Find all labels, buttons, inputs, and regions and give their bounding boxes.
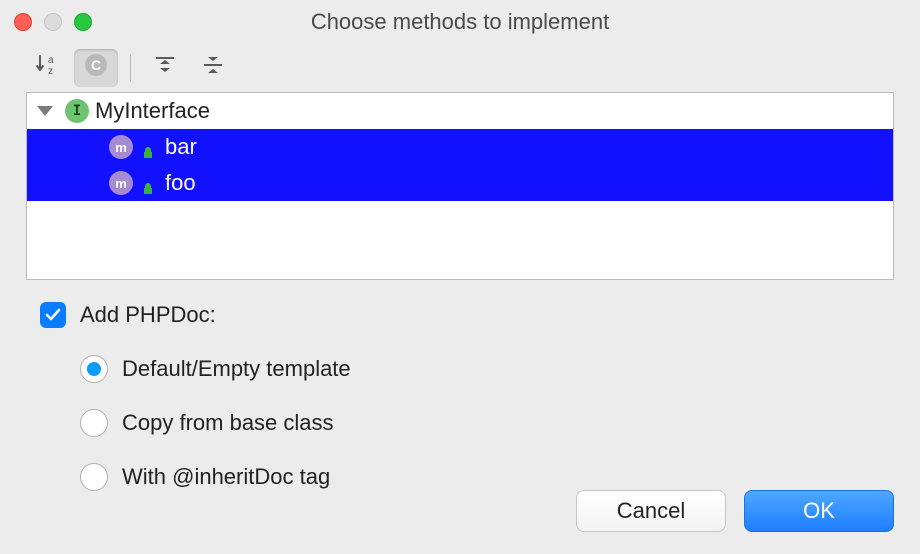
- ok-button[interactable]: OK: [744, 490, 894, 532]
- svg-text:a: a: [48, 55, 54, 66]
- tree-method-row[interactable]: m bar: [27, 129, 893, 165]
- svg-text:C: C: [91, 57, 101, 73]
- tree-root-row[interactable]: I MyInterface: [27, 93, 893, 129]
- class-icon: C: [84, 53, 108, 83]
- ok-button-label: OK: [803, 498, 835, 524]
- dialog-title: Choose methods to implement: [0, 9, 920, 35]
- radio-default-label: Default/Empty template: [122, 356, 351, 382]
- sort-alpha-button[interactable]: a z: [26, 49, 70, 87]
- dialog-footer: Cancel OK: [576, 490, 894, 532]
- titlebar: Choose methods to implement: [0, 0, 920, 44]
- radio-copy-base[interactable]: [80, 409, 108, 437]
- visibility-public-icon: [141, 140, 155, 154]
- expand-all-icon: [153, 54, 177, 82]
- toolbar-divider: [130, 54, 131, 82]
- cancel-button-label: Cancel: [617, 498, 685, 524]
- check-icon: [44, 306, 62, 324]
- cancel-button[interactable]: Cancel: [576, 490, 726, 532]
- method-icon: m: [109, 171, 133, 195]
- tree-method-label: bar: [165, 134, 197, 160]
- radio-default-template[interactable]: [80, 355, 108, 383]
- options-panel: Add PHPDoc: Default/Empty template Copy …: [0, 280, 920, 504]
- add-phpdoc-label: Add PHPDoc:: [80, 302, 216, 328]
- tree-method-label: foo: [165, 170, 196, 196]
- toolbar: a z C: [0, 44, 920, 92]
- phpdoc-radio-group: Default/Empty template Copy from base cl…: [40, 342, 880, 504]
- radio-copy-label: Copy from base class: [122, 410, 334, 436]
- expand-all-button[interactable]: [143, 49, 187, 87]
- show-classes-button[interactable]: C: [74, 49, 118, 87]
- interface-icon: I: [65, 99, 89, 123]
- radio-inheritdoc-label: With @inheritDoc tag: [122, 464, 330, 490]
- method-tree[interactable]: I MyInterface m bar m foo: [26, 92, 894, 280]
- radio-inheritdoc[interactable]: [80, 463, 108, 491]
- tree-root-label: MyInterface: [95, 98, 210, 124]
- add-phpdoc-checkbox[interactable]: [40, 302, 66, 328]
- collapse-arrow-icon[interactable]: [37, 106, 53, 116]
- method-icon: m: [109, 135, 133, 159]
- svg-text:z: z: [48, 66, 53, 77]
- visibility-public-icon: [141, 176, 155, 190]
- sort-az-icon: a z: [35, 53, 61, 83]
- tree-method-row[interactable]: m foo: [27, 165, 893, 201]
- collapse-all-button[interactable]: [191, 49, 235, 87]
- collapse-all-icon: [201, 54, 225, 82]
